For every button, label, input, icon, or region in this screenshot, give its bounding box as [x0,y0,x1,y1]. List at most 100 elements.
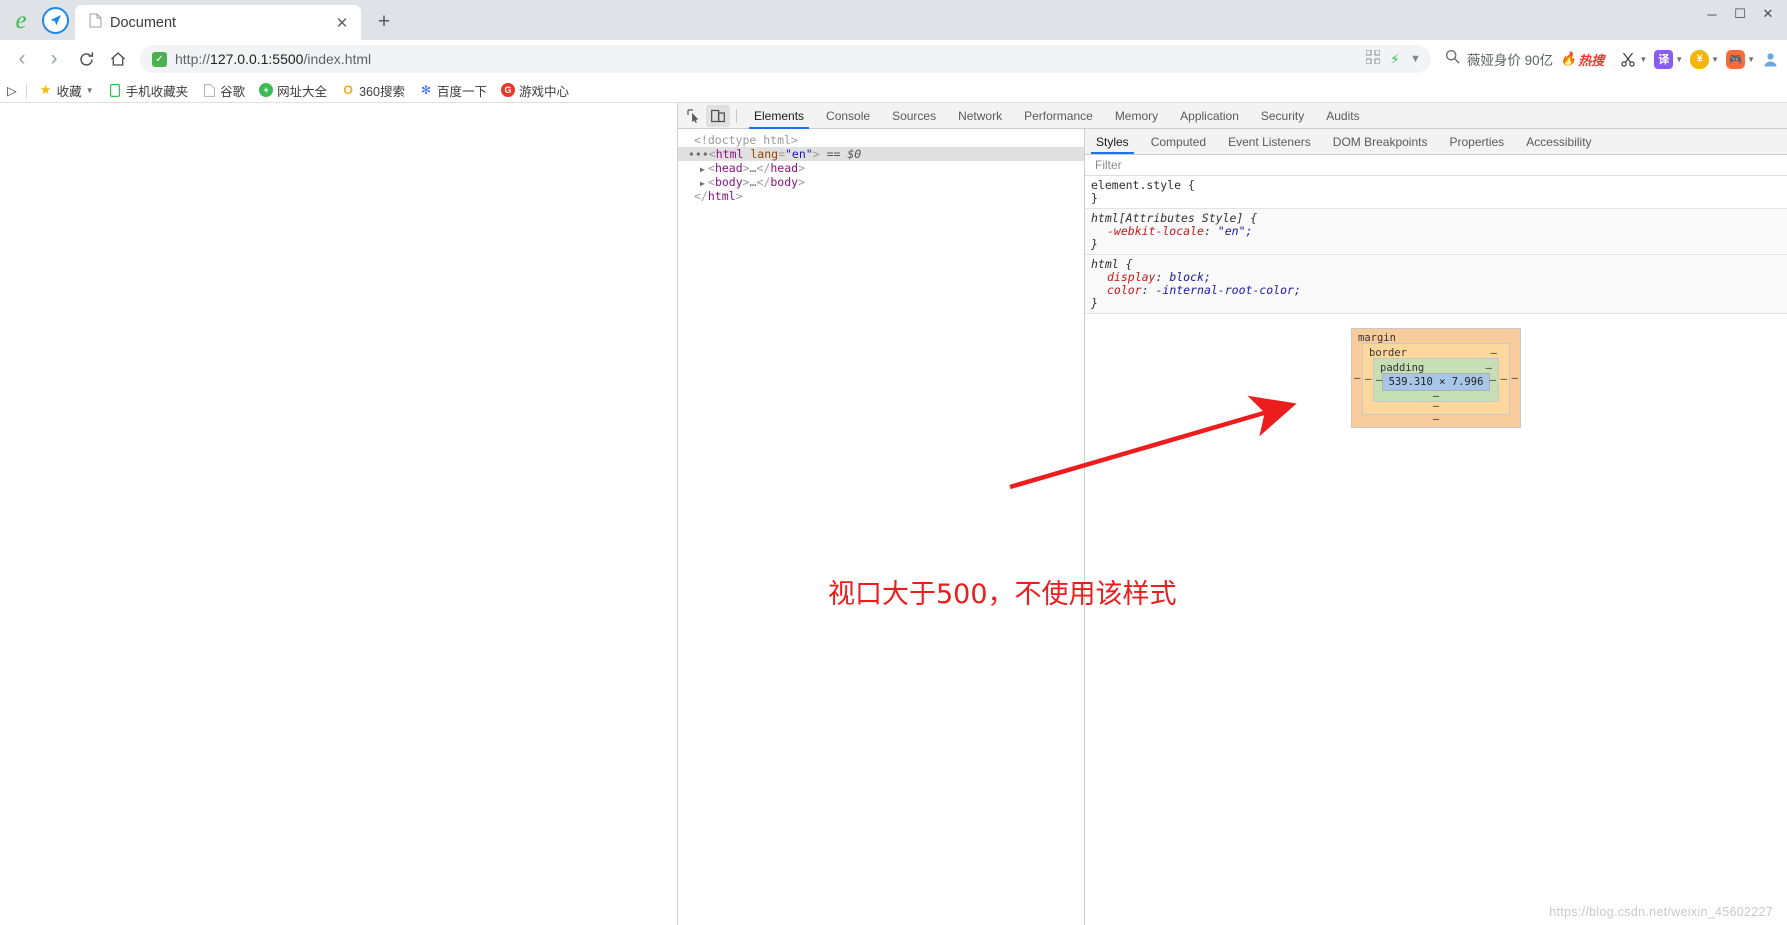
css-rule-element-style[interactable]: element.style { } [1085,176,1787,209]
paw-icon: ✻ [420,83,431,97]
screenshot-scissors-icon[interactable]: ▼ [1618,45,1649,73]
margin-left-value[interactable]: – [1354,372,1360,384]
box-model-border[interactable]: border – padding – 539.310 × 7.996 – – – [1362,343,1510,415]
search-box[interactable]: 薇娅身价 90亿 🔥 热搜 [1437,45,1612,73]
o-circle-icon: O [343,83,353,97]
tab-network[interactable]: Network [947,103,1013,129]
device-toolbar-icon[interactable] [706,104,730,127]
tab-security[interactable]: Security [1250,103,1315,129]
expand-dots: ∙∙∙ [688,147,709,161]
navigator-icon[interactable] [42,7,69,34]
margin-bottom-value[interactable]: – [1433,413,1439,425]
tab-properties[interactable]: Properties [1438,129,1515,154]
bookmark-baidu[interactable]: ✻ 百度一下 [413,79,493,102]
box-model-content-size[interactable]: 539.310 × 7.996 [1382,373,1490,391]
tab-elements[interactable]: Elements [743,103,815,129]
tag-name-close: head [770,161,799,175]
maximize-button[interactable]: ☐ [1727,2,1753,26]
chevron-down-icon[interactable]: ▼ [1639,55,1647,64]
filter-input[interactable] [1093,157,1779,173]
border-right-value-2[interactable]: – [1501,373,1507,385]
bookmark-so360[interactable]: O 360搜索 [335,79,411,102]
chevron-down-icon[interactable]: ▼ [86,86,94,95]
dom-tree[interactable]: <!doctype html> ∙∙∙<html lang="en"> == $… [678,129,1085,925]
coupon-glyph: ¥ [1690,49,1710,69]
bookmark-favorites[interactable]: ★ 收藏 ▼ [33,79,100,102]
box-model-section: margin – border – padding – 539.310 × 7.… [1085,314,1787,428]
hot-search-badge[interactable]: 🔥 热搜 [1560,50,1604,69]
padding-right-value[interactable]: – [1486,362,1492,374]
tab-styles[interactable]: Styles [1085,129,1140,154]
css-declaration[interactable]: -webkit-locale: "en"; [1091,225,1787,238]
back-button[interactable]: ‹ [6,44,38,74]
tab-audits[interactable]: Audits [1315,103,1370,129]
css-rule-html-attributes[interactable]: html[Attributes Style] { -webkit-locale:… [1085,209,1787,255]
profile-icon[interactable] [1760,45,1781,73]
bookmark-google[interactable]: 谷歌 [196,79,251,102]
sidebar-toggle-icon[interactable]: ▷ [4,81,20,100]
new-tab-button[interactable]: + [369,7,399,37]
close-window-button[interactable]: ✕ [1755,2,1781,26]
tab-event-listeners[interactable]: Event Listeners [1217,129,1322,154]
css-declaration[interactable]: color: -internal-root-color; [1091,284,1787,297]
home-icon[interactable] [102,44,134,74]
tab-sources[interactable]: Sources [881,103,947,129]
lightning-icon[interactable]: ⚡ [1390,51,1400,68]
toolbar-extensions: ▼ 译 ▼ ¥ ▼ 🎮 ▼ [1612,45,1781,73]
css-rule-list: element.style { } html[Attributes Style]… [1085,176,1787,314]
inspect-cursor-icon[interactable] [682,105,706,127]
bookmark-mobile-favorites[interactable]: 手机收藏夹 [102,79,195,102]
bookmark-game-center[interactable]: G 游戏中心 [495,79,575,102]
chevron-down-icon[interactable]: ▼ [1747,55,1755,64]
styles-tab-list: Styles Computed Event Listeners DOM Brea… [1085,129,1787,155]
padding-left-value[interactable]: – [1376,374,1382,386]
dom-line-doctype[interactable]: <!doctype html> [678,133,1084,147]
devtools-toolbar: Elements Console Sources Network Perform… [678,103,1787,129]
translate-icon[interactable]: 译 ▼ [1652,45,1685,73]
attr-value: "en" [785,147,813,161]
tab-title: Document [110,14,177,31]
close-icon[interactable]: ✕ [331,12,353,34]
forward-button[interactable]: › [38,44,70,74]
tab-application[interactable]: Application [1169,103,1250,129]
border-bottom-value[interactable]: – [1433,400,1439,412]
minimize-button[interactable]: ─ [1699,2,1725,26]
rule-close: } [1091,191,1098,205]
url-input[interactable]: ✓ http://127.0.0.1:5500/index.html ⚡ ▼ [140,45,1431,73]
search-icon [1445,49,1460,69]
tag-name-close: body [770,175,799,189]
box-model-margin[interactable]: margin – border – padding – 539.310 × 7.… [1351,328,1521,428]
styles-panel: Styles Computed Event Listeners DOM Brea… [1085,129,1787,925]
margin-right-value-2[interactable]: – [1512,372,1518,384]
chevron-down-icon[interactable]: ▼ [1675,55,1683,64]
chevron-down-icon[interactable]: ▼ [1410,53,1421,65]
browser-window: e Document ✕ + ─ ☐ ✕ ‹ › ✓ http://127.0.… [0,0,1787,925]
browser-tab[interactable]: Document ✕ [75,5,361,40]
bookmark-hao360[interactable]: + 网址大全 [253,79,333,102]
game-icon[interactable]: 🎮 ▼ [1724,45,1757,73]
qr-grid-icon[interactable] [1365,48,1381,69]
reload-icon[interactable] [70,44,102,74]
tab-console[interactable]: Console [815,103,881,129]
tab-memory[interactable]: Memory [1104,103,1169,129]
security-shield-icon: ✓ [152,51,167,67]
dom-line-head[interactable]: ▶ <head>…</head> [678,161,1084,175]
tab-accessibility[interactable]: Accessibility [1515,129,1602,154]
tab-computed[interactable]: Computed [1140,129,1217,154]
page-viewport[interactable] [0,103,678,925]
bookmark-label: 手机收藏夹 [125,84,189,99]
border-left-value[interactable]: – [1365,373,1371,385]
chevron-down-icon[interactable]: ▼ [1711,55,1719,64]
tag-name: body [714,175,743,189]
coupon-icon[interactable]: ¥ ▼ [1688,45,1721,73]
game-glyph: 🎮 [1726,49,1746,69]
css-rule-html[interactable]: html { display: block; color: -internal-… [1085,255,1787,314]
dom-line-html[interactable]: ∙∙∙<html lang="en"> == $0 [678,147,1084,161]
css-property: -webkit-locale [1107,224,1204,238]
dom-line-html-close[interactable]: </html> [678,189,1084,203]
tab-dom-breakpoints[interactable]: DOM Breakpoints [1322,129,1439,154]
padding-right-value-2[interactable]: – [1490,374,1496,386]
box-model-padding[interactable]: padding – 539.310 × 7.996 – – – [1373,358,1499,402]
tab-performance[interactable]: Performance [1013,103,1104,129]
dom-line-body[interactable]: ▶ <body>…</body> [678,175,1084,189]
